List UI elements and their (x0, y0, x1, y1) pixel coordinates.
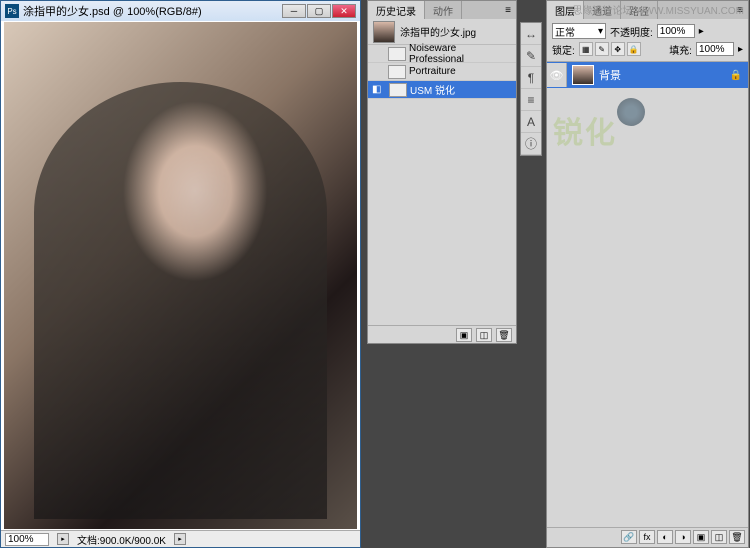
document-title: 涂指甲的少女.psd @ 100%(RGB/8#) (23, 3, 282, 19)
photo-image (4, 22, 357, 529)
history-step-label: Portraiture (409, 66, 456, 77)
new-layer-icon[interactable]: ◫ (711, 530, 727, 544)
close-button[interactable]: ✕ (332, 4, 356, 18)
tab-channels[interactable]: 通道 (584, 1, 621, 19)
delete-layer-icon[interactable]: 🗑 (729, 530, 745, 544)
tool-info-icon[interactable]: ⓘ (521, 133, 541, 155)
tab-history[interactable]: 历史记录 (368, 1, 425, 19)
chevron-down-icon: ▾ (598, 26, 603, 37)
history-item[interactable]: Portraiture (368, 63, 516, 81)
tool-align-icon[interactable]: ≡ (521, 89, 541, 111)
adjustment-layer-icon[interactable]: ◑ (675, 530, 691, 544)
history-step-label: Noiseware Professional (409, 43, 514, 65)
delete-state-icon[interactable]: 🗑 (496, 328, 512, 342)
tab-actions[interactable]: 动作 (425, 1, 462, 19)
history-footer: ▣ ◫ 🗑 (368, 325, 516, 343)
history-panel: 历史记录 动作 ≡ 涂指甲的少女.jpg Noiseware Professio… (367, 0, 517, 344)
lock-paint-icon[interactable]: ✎ (595, 42, 609, 56)
fill-input[interactable]: 100% (696, 42, 734, 56)
lock-transparency-icon[interactable]: ▦ (579, 42, 593, 56)
lock-label: 锁定: (552, 42, 575, 57)
lock-position-icon[interactable]: ✥ (611, 42, 625, 56)
layers-panel: 图层 通道 路径 ≡ 正常 ▾ 不透明度: 100% ▸ 锁定: ▦ ✎ ✥ 🔒… (546, 0, 749, 548)
layer-lock-icon: 🔒 (730, 70, 742, 81)
new-snapshot-icon[interactable]: ◫ (476, 328, 492, 342)
layers-footer: 🔗 fx ◐ ◑ ▣ ◫ 🗑 (547, 527, 748, 547)
layer-name: 背景 (599, 67, 621, 83)
opacity-label: 不透明度: (610, 24, 653, 39)
tool-arrow-icon[interactable]: ↔ (521, 23, 541, 45)
snapshot-from-state-icon[interactable]: ▣ (456, 328, 472, 342)
ps-file-icon: Ps (5, 4, 19, 18)
history-list: Noiseware Professional Portraiture ◧ USM… (368, 45, 516, 99)
document-window: Ps 涂指甲的少女.psd @ 100%(RGB/8#) ─ ▢ ✕ 100% … (0, 0, 361, 548)
document-statusbar: 100% ▸ 文档:900.0K/900.0K ▸ (1, 530, 360, 547)
tool-brush-icon[interactable]: ✎ (521, 45, 541, 67)
document-size-label: 文档:900.0K/900.0K (77, 532, 166, 547)
link-layers-icon[interactable]: 🔗 (621, 530, 637, 544)
document-canvas[interactable] (4, 22, 357, 529)
history-step-icon (389, 83, 407, 97)
history-panel-tabs: 历史记录 动作 ≡ (368, 1, 516, 19)
tab-paths[interactable]: 路径 (621, 1, 658, 19)
layers-list: 👁 背景 🔒 (547, 61, 748, 88)
tool-char-icon[interactable]: A (521, 111, 541, 133)
history-item[interactable]: ◧ USM 锐化 (368, 81, 516, 99)
chevron-right-icon[interactable]: ▸ (699, 26, 704, 37)
layer-thumb (572, 65, 594, 85)
status-dropdown-icon[interactable]: ▸ (174, 533, 186, 545)
zoom-input[interactable]: 100% (5, 533, 49, 546)
zoom-dropdown-icon[interactable]: ▸ (57, 533, 69, 545)
panel-menu-icon[interactable]: ≡ (732, 1, 748, 19)
layer-item[interactable]: 👁 背景 🔒 (547, 62, 748, 88)
visibility-eye-icon[interactable]: 👁 (547, 63, 567, 87)
history-step-icon (388, 47, 406, 61)
history-item[interactable]: Noiseware Professional (368, 45, 516, 63)
history-filename: 涂指甲的少女.jpg (400, 24, 476, 39)
layer-group-icon[interactable]: ▣ (693, 530, 709, 544)
tab-layers[interactable]: 图层 (547, 1, 584, 19)
panel-menu-icon[interactable]: ≡ (500, 1, 516, 19)
history-brush-icon[interactable]: ◧ (372, 84, 384, 96)
tool-text-icon[interactable]: ¶ (521, 67, 541, 89)
maximize-button[interactable]: ▢ (307, 4, 331, 18)
chevron-right-icon[interactable]: ▸ (738, 44, 743, 55)
opacity-input[interactable]: 100% (657, 24, 695, 38)
document-titlebar[interactable]: Ps 涂指甲的少女.psd @ 100%(RGB/8#) ─ ▢ ✕ (1, 1, 360, 21)
fill-label: 填充: (669, 42, 692, 57)
history-step-label: USM 锐化 (410, 82, 455, 97)
history-step-icon (388, 65, 406, 79)
layers-panel-tabs: 图层 通道 路径 ≡ (547, 1, 748, 19)
layers-controls: 正常 ▾ 不透明度: 100% ▸ 锁定: ▦ ✎ ✥ 🔒 填充: 100% ▸ (547, 19, 748, 61)
history-source[interactable]: 涂指甲的少女.jpg (368, 19, 516, 45)
layer-style-icon[interactable]: fx (639, 530, 655, 544)
layer-mask-icon[interactable]: ◐ (657, 530, 673, 544)
vertical-tool-strip: ↔ ✎ ¶ ≡ A ⓘ (520, 22, 542, 156)
minimize-button[interactable]: ─ (282, 4, 306, 18)
blend-mode-value: 正常 (555, 24, 575, 39)
lock-all-icon[interactable]: 🔒 (627, 42, 641, 56)
blend-mode-select[interactable]: 正常 ▾ (552, 23, 606, 39)
history-thumb (373, 21, 395, 43)
